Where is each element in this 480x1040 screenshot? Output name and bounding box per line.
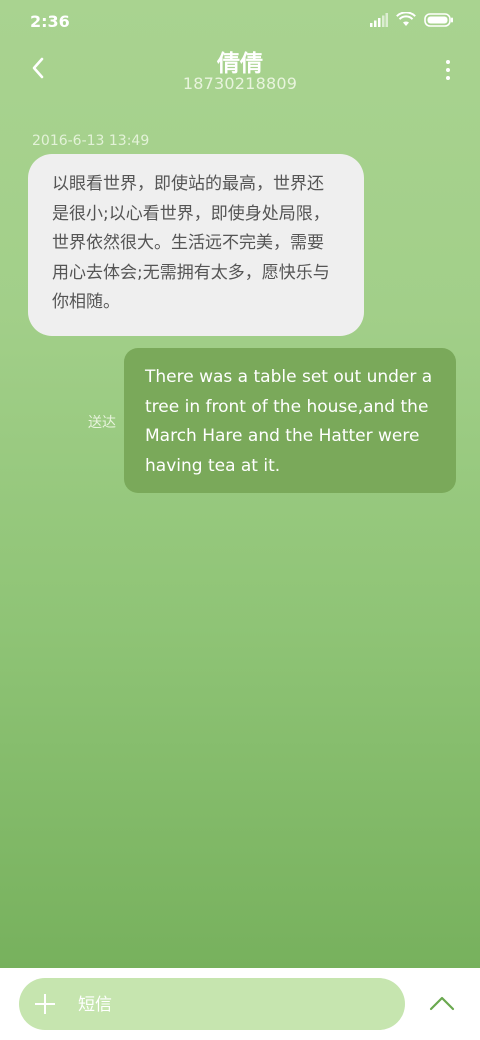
more-options-button[interactable]	[438, 54, 458, 86]
status-time: 2:36	[30, 12, 70, 31]
status-bar: 2:36	[0, 0, 480, 40]
status-icons	[370, 11, 454, 31]
more-vertical-icon	[446, 76, 450, 80]
more-vertical-icon	[446, 60, 450, 64]
message-input[interactable]	[76, 978, 390, 1032]
wifi-icon	[396, 11, 416, 31]
more-vertical-icon	[446, 68, 450, 72]
outgoing-message-bubble[interactable]: There was a table set out under a tree i…	[124, 348, 456, 493]
message-composer	[0, 968, 480, 1040]
signal-icon	[370, 12, 388, 31]
conversation-header: 倩倩 18730218809	[0, 40, 480, 100]
message-timestamp: 2016-6-13 13:49	[32, 133, 150, 149]
chevron-up-icon[interactable]	[426, 988, 458, 1020]
incoming-message-bubble[interactable]: 以眼看世界，即使站的最高，世界还是很小;以心看世界，即使身处局限，世界依然很大。…	[28, 154, 364, 336]
contact-number: 18730218809	[182, 74, 298, 93]
plus-icon[interactable]	[33, 992, 57, 1016]
contact-name: 倩倩	[217, 51, 263, 77]
delivery-status: 送达	[88, 415, 116, 431]
composer-input-container	[19, 978, 405, 1032]
battery-icon	[424, 12, 454, 31]
